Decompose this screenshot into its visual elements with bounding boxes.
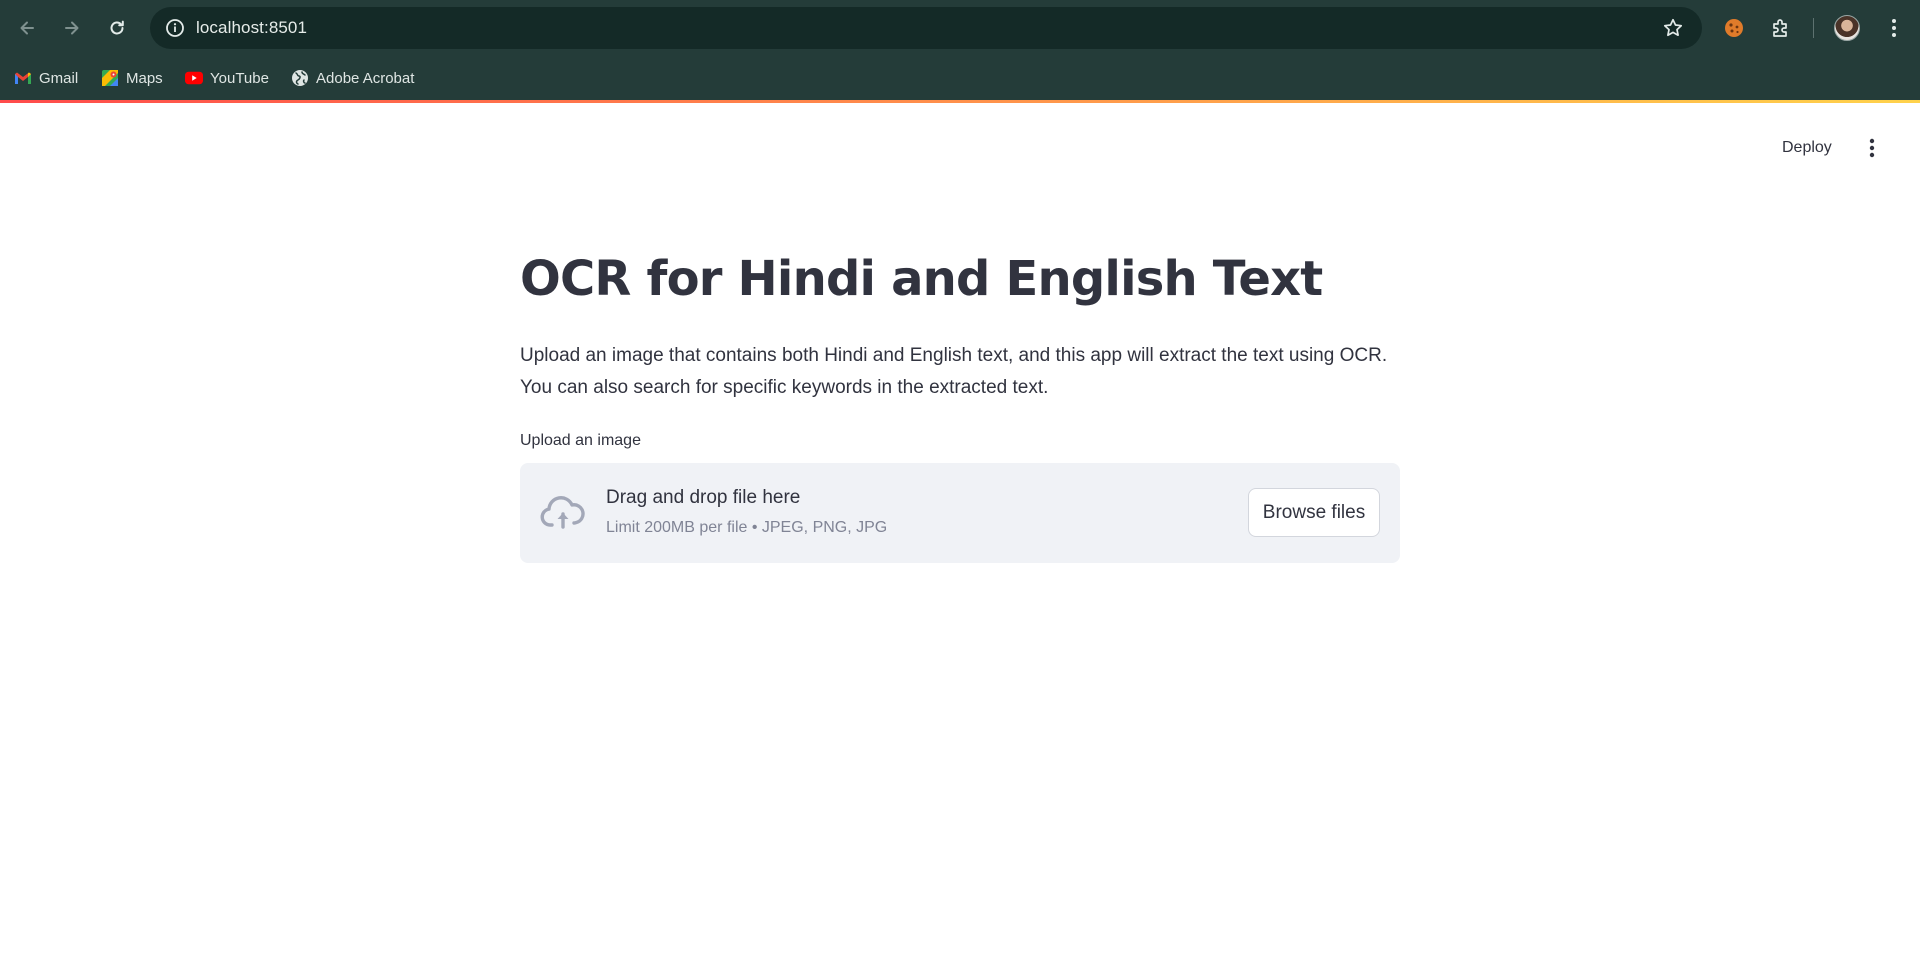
- bookmark-youtube[interactable]: YouTube: [185, 65, 269, 91]
- url-text[interactable]: localhost:8501: [196, 18, 307, 38]
- deploy-button[interactable]: Deploy: [1776, 133, 1838, 163]
- vertical-dots-icon[interactable]: [1860, 133, 1884, 163]
- uploader-label: Upload an image: [520, 432, 641, 449]
- browser-chrome: localhost:8501 Gmail Maps YouTube Adobe …: [0, 0, 1920, 100]
- browse-files-button[interactable]: Browse files: [1248, 488, 1380, 537]
- reload-icon[interactable]: [101, 12, 133, 44]
- bookmark-adobe-acrobat[interactable]: Adobe Acrobat: [291, 65, 414, 91]
- site-info-icon[interactable]: [164, 17, 186, 39]
- bookmark-gmail[interactable]: Gmail: [14, 65, 78, 91]
- page-description: Upload an image that contains both Hindi…: [520, 345, 1388, 398]
- page-title: OCR for Hindi and English Text: [520, 251, 1323, 307]
- bookmark-label: Gmail: [39, 69, 79, 87]
- dropzone-limit-text: Limit 200MB per file • JPEG, PNG, JPG: [606, 519, 888, 536]
- bookmarks-bar: Gmail Maps YouTube Adobe Acrobat: [0, 56, 1920, 100]
- bookmark-star-icon[interactable]: [1662, 17, 1684, 39]
- youtube-icon: [185, 69, 203, 87]
- browser-toolbar: localhost:8501: [0, 0, 1920, 56]
- main-content: OCR for Hindi and English Text Upload an…: [520, 230, 1400, 563]
- dropzone-instructions: Drag and drop file here: [606, 487, 801, 508]
- maps-icon: [101, 69, 119, 87]
- back-arrow-icon[interactable]: [11, 12, 43, 44]
- gmail-icon: [14, 69, 32, 87]
- app-header: Deploy: [0, 103, 1920, 163]
- toolbar-separator: [1813, 18, 1814, 38]
- cloud-upload-icon: [540, 496, 585, 529]
- browser-menu-icon[interactable]: [1880, 14, 1908, 42]
- bookmark-maps[interactable]: Maps: [101, 65, 163, 91]
- bookmark-label: Maps: [126, 69, 163, 87]
- cookie-extension-icon[interactable]: [1720, 14, 1748, 42]
- bookmark-label: YouTube: [210, 69, 269, 87]
- profile-avatar[interactable]: [1834, 15, 1860, 41]
- file-dropzone[interactable]: Drag and drop file here Limit 200MB per …: [520, 463, 1400, 563]
- bookmark-label: Adobe Acrobat: [316, 69, 415, 87]
- address-bar[interactable]: localhost:8501: [150, 7, 1702, 49]
- forward-arrow-icon[interactable]: [56, 12, 88, 44]
- extensions-puzzle-icon[interactable]: [1767, 14, 1795, 42]
- globe-icon: [291, 69, 309, 87]
